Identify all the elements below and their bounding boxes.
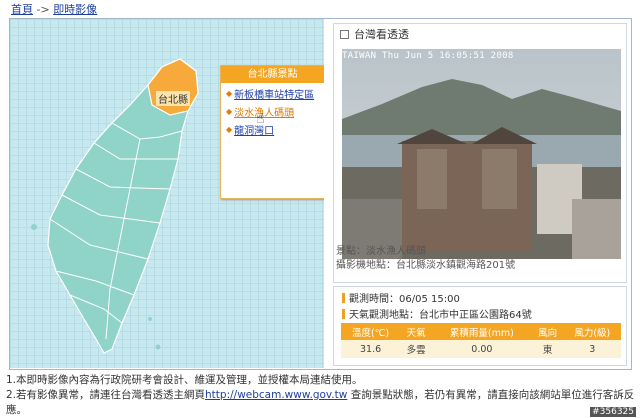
spot-link-longdong[interactable]: 龍洞灣口: [234, 122, 274, 137]
value-rainfall: 0.00: [431, 340, 532, 358]
camera-panel: 台灣看透透 TAIWAN Thu Jun 5 16:05:51 2008: [333, 23, 627, 283]
header-weather: 天氣: [400, 323, 432, 340]
popup-title: 台北縣景點: [221, 66, 324, 83]
value-wind-force: 3: [563, 340, 621, 358]
penghu-island: [31, 224, 37, 230]
marker-icon: [342, 292, 345, 303]
county-popup: 台北縣景點 ◆ 新板橋車站特定區 ◆ 淡水漁人碼頭 ◆ 龍洞灣口: [220, 65, 324, 199]
county-label: 台北縣: [156, 91, 190, 106]
popup-item[interactable]: ◆ 新板橋車站特定區: [226, 86, 324, 101]
weather-table-row: 31.6 多雲 0.00 東 3: [341, 340, 621, 358]
webcam-site-link[interactable]: http://webcam.www.gov.tw: [205, 389, 347, 401]
orchid-island: [155, 344, 161, 350]
time-value: ：06/05 15:00: [389, 294, 460, 305]
popup-item[interactable]: ◆ 龍洞灣口: [226, 122, 324, 137]
webcam-image: [342, 49, 621, 259]
taipei-county-region[interactable]: [147, 58, 199, 116]
green-island: [148, 317, 152, 321]
station-value: ：台北市中正區公園路64號: [409, 310, 532, 321]
observation-panel: 觀測時間 ：06/05 15:00 天氣觀測地點 ：台北市中正區公園路64號 溫…: [333, 286, 627, 366]
taiwan-map-panel: 台北縣 台北縣景點 ◆ 新板橋車站特定區 ◆ 淡水漁人碼頭 ◆ 龍洞灣口 ☝: [10, 19, 324, 368]
value-wind-direction: 東: [531, 340, 564, 358]
bullet-icon: ◆: [226, 125, 233, 134]
value-weather: 多雲: [400, 340, 432, 358]
header-temperature: 溫度(℃): [341, 323, 401, 340]
breadcrumb: 首頁 -> 即時影像: [11, 1, 97, 17]
square-icon: [340, 29, 349, 39]
weather-table-header: 溫度(℃) 天氣 累積雨量(mm) 風向 風力(級): [341, 323, 621, 340]
note-line-1: 1.本即時影像內容為行政院研考會設計、維運及管理，並授權本局連結使用。: [6, 374, 363, 386]
camera-info: 景點：淡水漁人碼頭 攝影機地點：台北縣淡水鎮觀海路201號: [336, 245, 515, 273]
value-temperature: 31.6: [341, 340, 401, 358]
spot-link-banqiao[interactable]: 新板橋車站特定區: [234, 86, 314, 101]
header-wind-direction: 風向: [531, 323, 564, 340]
header-wind-force: 風力(級): [563, 323, 621, 340]
observation-station-row: 天氣觀測地點 ：台北市中正區公園路64號: [342, 306, 532, 321]
camera-header-label: 台灣看透透: [354, 28, 409, 41]
scene-label: 景點：淡水漁人碼頭: [336, 246, 426, 257]
time-label: 觀測時間: [349, 294, 389, 305]
notes: 1.本即時影像內容為行政院研考會設計、維運及管理，並授權本局連結使用。 2.若有…: [6, 373, 640, 418]
popup-item[interactable]: ◆ 淡水漁人碼頭: [226, 104, 324, 119]
note-line-2: 2.若有影像異常，請連往台灣看透透主網頁http://webcam.www.go…: [6, 388, 640, 418]
webcam-caption: TAIWAN Thu Jun 5 16:05:51 2008: [342, 51, 514, 61]
marker-icon: [342, 308, 345, 319]
breadcrumb-current-link[interactable]: 即時影像: [53, 3, 97, 16]
note-line-2-pre: 2.若有影像異常，請連往台灣看透透主網頁: [6, 389, 206, 401]
breadcrumb-home-link[interactable]: 首頁: [11, 3, 33, 16]
camera-header: 台灣看透透: [340, 26, 409, 42]
bullet-icon: ◆: [226, 89, 233, 98]
hand-cursor-icon: ☝: [256, 111, 265, 127]
location-label: 攝影機地點：台北縣淡水鎮觀海路201號: [336, 260, 516, 271]
breadcrumb-separator: ->: [33, 3, 54, 16]
station-label: 天氣觀測地點: [349, 310, 409, 321]
watermark: #356325: [590, 407, 636, 417]
observation-time-row: 觀測時間 ：06/05 15:00: [342, 290, 460, 305]
header-rainfall: 累積雨量(mm): [431, 323, 532, 340]
bullet-icon: ◆: [226, 107, 233, 116]
webcam-scene: [342, 49, 621, 259]
weather-table: 溫度(℃) 天氣 累積雨量(mm) 風向 風力(級) 31.6 多雲 0.00 …: [341, 323, 621, 358]
